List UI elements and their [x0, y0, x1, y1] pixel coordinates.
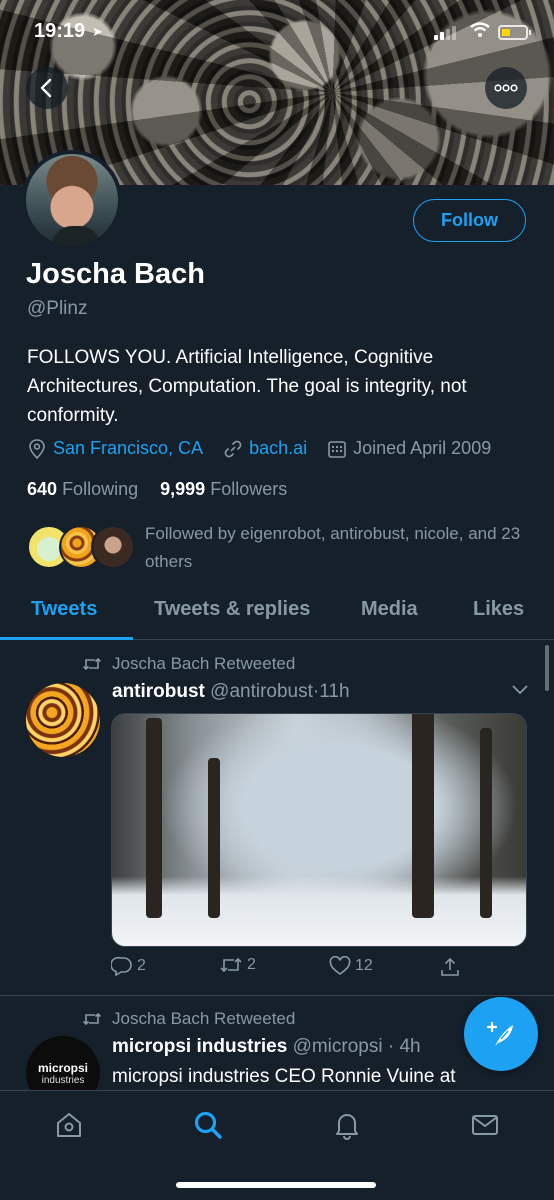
- back-button[interactable]: [26, 67, 68, 109]
- tab-tweets-replies[interactable]: Tweets & replies: [154, 598, 310, 621]
- tweet-author-avatar[interactable]: micropsi industries: [26, 1036, 100, 1090]
- tweet-image[interactable]: [111, 713, 527, 947]
- share-button[interactable]: [439, 956, 461, 978]
- tab-media[interactable]: Media: [361, 598, 418, 621]
- notifications-icon: [336, 1114, 358, 1140]
- compose-tweet-button[interactable]: [464, 997, 538, 1071]
- followed-by-text: Followed by eigenrobot, antirobust, nico…: [145, 524, 521, 571]
- reply-icon: [111, 956, 132, 976]
- status-bar: 19:19 ➤: [0, 0, 554, 60]
- tab-tweets[interactable]: Tweets: [31, 598, 97, 621]
- profile-meta: San Francisco, CA bach.ai Joined April 2…: [27, 438, 491, 459]
- profile-location[interactable]: San Francisco, CA: [53, 438, 203, 459]
- following-label: Following: [62, 479, 139, 499]
- profile-website-link[interactable]: bach.ai: [249, 438, 307, 459]
- more-icon: [494, 84, 518, 92]
- follow-counts: 640 Following 9,999 Followers: [27, 479, 287, 500]
- battery-icon: [498, 25, 531, 40]
- bottom-navigation: [0, 1090, 554, 1200]
- more-options-button[interactable]: [485, 67, 527, 109]
- tweet-text: micropsi industries CEO Ronnie Vuine at: [112, 1066, 456, 1087]
- tweet-header: micropsi industries @micropsi · 4h: [112, 1036, 421, 1058]
- home-icon: [57, 1113, 81, 1137]
- nav-messages[interactable]: [467, 1107, 503, 1143]
- followed-by[interactable]: Followed by eigenrobot, antirobust, nico…: [27, 520, 527, 576]
- profile-handle: @Plinz: [27, 298, 88, 319]
- like-count: 12: [355, 957, 373, 974]
- status-time: 19:19: [34, 20, 86, 42]
- profile-joined-date: Joined April 2009: [353, 438, 492, 458]
- follower-avatar: [91, 525, 135, 569]
- messages-icon: [472, 1115, 498, 1135]
- location-pin-icon: [27, 438, 47, 459]
- tweet-header: antirobust @antirobust·11h: [112, 681, 350, 703]
- chevron-down-icon[interactable]: [510, 683, 530, 697]
- home-indicator[interactable]: [176, 1182, 376, 1188]
- following-count: 640: [27, 479, 58, 499]
- retweet-count: 2: [247, 956, 256, 973]
- search-icon: [194, 1111, 222, 1139]
- follow-button[interactable]: Follow: [413, 199, 526, 242]
- retweet-icon: [82, 657, 102, 671]
- retweet-indicator: Joscha Bach Retweeted: [82, 654, 295, 674]
- reply-button[interactable]: 2: [111, 956, 146, 976]
- retweet-text: Joscha Bach Retweeted: [112, 1009, 296, 1028]
- profile-tabs: Tweets Tweets & replies Media Likes: [0, 588, 554, 640]
- followers-count: 9,999: [160, 479, 206, 499]
- avatar-logo-text: micropsi: [37, 1060, 88, 1075]
- tweet-time: 4h: [399, 1036, 421, 1057]
- tweet-author-name[interactable]: antirobust: [112, 681, 205, 702]
- back-arrow-icon: [40, 78, 52, 98]
- link-icon: [223, 439, 243, 459]
- profile-avatar[interactable]: [22, 150, 122, 250]
- signal-icon: [434, 26, 456, 40]
- tab-likes[interactable]: Likes: [473, 598, 524, 621]
- like-icon: [329, 956, 351, 975]
- location-arrow-icon: ➤: [92, 24, 103, 39]
- tweet-author-avatar[interactable]: [26, 683, 100, 757]
- avatar-logo-subtext: industries: [41, 1074, 85, 1086]
- wifi-icon: [470, 22, 490, 37]
- share-icon: [441, 957, 459, 976]
- nav-home[interactable]: [51, 1107, 87, 1143]
- tweet-actions: 2 2 12: [111, 956, 527, 986]
- profile-name: Joscha Bach: [26, 258, 205, 290]
- calendar-icon: [327, 439, 347, 459]
- reply-count: 2: [137, 957, 146, 974]
- profile-bio: FOLLOWS YOU. Artificial Intelligence, Co…: [27, 347, 467, 426]
- nav-search[interactable]: [190, 1107, 226, 1143]
- tweet[interactable]: Joscha Bach Retweeted antirobust @antiro…: [0, 641, 554, 996]
- nav-notifications[interactable]: [329, 1107, 365, 1143]
- retweet-text: Joscha Bach Retweeted: [112, 654, 296, 673]
- tweet-author-handle: @micropsi: [292, 1036, 383, 1057]
- tweet-author-name[interactable]: micropsi industries: [112, 1036, 287, 1057]
- tweet-time: 11h: [319, 681, 350, 702]
- retweet-icon: [82, 1012, 102, 1026]
- compose-icon: [486, 1021, 513, 1046]
- followers-link[interactable]: 9,999 Followers: [160, 479, 287, 499]
- retweet-indicator: Joscha Bach Retweeted: [82, 1009, 295, 1029]
- retweet-icon: [220, 957, 242, 973]
- active-tab-indicator: [0, 637, 133, 640]
- following-link[interactable]: 640 Following: [27, 479, 138, 499]
- followers-label: Followers: [210, 479, 288, 499]
- like-button[interactable]: 12: [329, 956, 373, 976]
- retweet-button[interactable]: 2: [219, 956, 256, 974]
- tweet-separator: ·: [387, 1036, 395, 1057]
- tweet-author-handle: @antirobust: [210, 681, 313, 702]
- scrollbar[interactable]: [545, 645, 549, 691]
